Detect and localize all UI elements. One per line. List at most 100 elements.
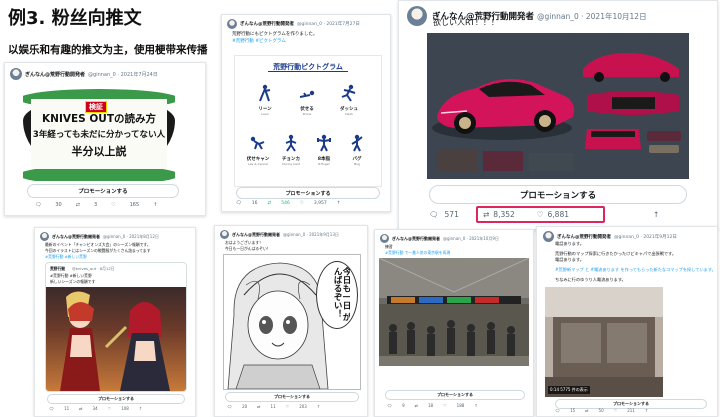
- retweet-icon[interactable]: ⇄: [79, 406, 82, 411]
- reply-count: 16: [251, 201, 258, 206]
- tweet-card-tokyo-station[interactable]: ぎんなん@荒野行動開発者 @ginnan_0 · 2021年10月9日 練習 #…: [374, 229, 534, 417]
- reply-icon[interactable]: 🗨: [429, 210, 439, 219]
- tweet-card-pictogram[interactable]: ぎんなん@荒野行動開発者 @ginnan_0 · 2021年7月27日 荒野行動…: [221, 14, 391, 212]
- like-icon[interactable]: ♡: [614, 408, 618, 413]
- avatar[interactable]: [220, 230, 229, 239]
- retweet-icon[interactable]: ⇄: [267, 201, 271, 206]
- reply-icon[interactable]: 🗨: [555, 408, 560, 413]
- like-icon[interactable]: ♡: [111, 202, 115, 208]
- tweet-meta: @ginnan_0 · 2021年9月12日: [614, 234, 677, 240]
- share-icon[interactable]: ↑: [337, 201, 341, 206]
- tweet-text-line-1: 電話あります。: [555, 241, 584, 246]
- like-icon[interactable]: ♡: [300, 201, 304, 206]
- pictogram-sublabel: Choice Card: [281, 162, 301, 166]
- share-icon[interactable]: ↑: [317, 404, 320, 409]
- tweet-card-illustration[interactable]: ぎんなん@荒野行動開発者 @ginnan_0 · 2021年8月12日 最新のイ…: [34, 227, 196, 417]
- reply-icon[interactable]: 🗨: [227, 404, 232, 409]
- share-icon[interactable]: ↑: [645, 408, 648, 413]
- retweet-icon[interactable]: ⇄: [483, 210, 489, 219]
- reply-count: 9: [402, 403, 405, 408]
- reply-count: 11: [64, 406, 70, 411]
- reply-count: 15: [570, 408, 576, 413]
- promote-button[interactable]: プロモーションする: [429, 185, 687, 204]
- user-name[interactable]: ぎんなん@荒野行動開発者: [52, 234, 100, 240]
- pictogram-title-underline: [268, 71, 348, 72]
- tweet-image-car[interactable]: [427, 33, 689, 179]
- like-count: 6,881: [547, 210, 569, 219]
- tweet-meta: @ginnan_0 · 2021年8月12日: [103, 233, 159, 239]
- like-icon[interactable]: ♡: [443, 403, 447, 408]
- tweet-meta: @ginnan_0 · 2021年10月9日: [443, 235, 499, 241]
- tweet-card-video[interactable]: ぎんなん@荒野行動開発者 @ginnan_0 · 2021年9月12日 電話あり…: [536, 226, 718, 417]
- anime-illustration-image[interactable]: [46, 287, 186, 391]
- reply-icon[interactable]: 🗨: [49, 406, 54, 411]
- image-headline-3: 半分以上説: [71, 145, 127, 158]
- reply-icon[interactable]: 🗨: [236, 201, 242, 206]
- tweet-image-knives-out[interactable]: 検証 KNIVES OUTの読み方 3年経っても未だに分かってない人 半分以上説: [23, 85, 175, 181]
- pictogram-sublabel: 8-finger: [318, 162, 330, 166]
- retweet-icon[interactable]: ⇄: [415, 403, 418, 408]
- promote-button[interactable]: プロモーションする: [236, 187, 380, 199]
- avatar[interactable]: [227, 19, 237, 29]
- pictogram-bug: バグ Bug: [342, 134, 372, 166]
- tweet-text-line-3[interactable]: #荒野行動 #新しい荒野: [45, 254, 87, 260]
- like-count: 203: [299, 404, 307, 409]
- tweet-card-knives-out[interactable]: ぎんなん@荒野行動開発者 @ginnan_0 · 2021年7月24日 検証 K…: [4, 62, 206, 216]
- tweet-card-pink-car[interactable]: ぎんなん@荒野行動開発者 @ginnan_0 · 2021年10月12日 欲しい…: [398, 0, 718, 230]
- pictogram-sublabel: Lean: [261, 112, 269, 116]
- share-icon[interactable]: ↑: [139, 406, 142, 411]
- avatar[interactable]: [543, 231, 554, 242]
- like-count: 211: [627, 408, 635, 413]
- tweet-hashtags[interactable]: #荒野行動 #ピクトグラム: [232, 38, 286, 44]
- speech-bubble-text: 今日も一日 がんばるぞい！: [332, 267, 350, 321]
- quoted-tweet[interactable]: 荒野行動 @knives_out · 8月12日 #荒野行動 #新しい荒野 新し…: [45, 262, 187, 392]
- retweet-icon[interactable]: ⇄: [257, 404, 260, 409]
- tweet-image-pictogram[interactable]: 荒野行動ピクトグラム リーン Lean 伏せる Prone ダッシュ Dash: [234, 55, 382, 187]
- reply-icon[interactable]: 🗨: [387, 403, 392, 408]
- prone-pictogram-icon: [299, 90, 315, 98]
- tweet-text-line-2[interactable]: #荒野行動 で一番人気の東京駅を再現: [385, 250, 450, 256]
- user-name[interactable]: ぎんなん@荒野行動開発者: [392, 236, 440, 242]
- like-icon[interactable]: ♡: [286, 404, 290, 409]
- retweet-count: 18: [427, 403, 434, 408]
- reply-icon[interactable]: 🗨: [35, 202, 41, 208]
- tweet-text: 欲しい人RT！！！: [433, 18, 499, 27]
- tweet-actions: 🗨 15 ⇄ 50 ♡ 211 ↑: [555, 408, 648, 413]
- avatar[interactable]: [40, 232, 49, 241]
- tweet-text-line-2: 今日も一日がんばるぞい！: [225, 246, 271, 251]
- tweet-card-manga[interactable]: ぎんなん@荒野行動開発者 @ginnan_0 · 2021年9月13日 おはよう…: [214, 225, 368, 417]
- share-icon[interactable]: ↑: [653, 210, 659, 219]
- video-player[interactable]: 0:14 5775 件の表示: [545, 287, 663, 397]
- station-photo[interactable]: [379, 258, 529, 366]
- promote-button[interactable]: プロモーションする: [27, 184, 179, 198]
- retweet-icon[interactable]: ⇄: [585, 408, 588, 413]
- tweet-actions: 🗨 20 ⇄ 11 ♡ 203 ↑: [227, 404, 320, 409]
- like-count: 3,957: [313, 201, 327, 206]
- quoted-user[interactable]: 荒野行動: [50, 266, 65, 272]
- avatar[interactable]: [10, 68, 22, 80]
- like-icon[interactable]: ♡: [537, 210, 544, 219]
- avatar[interactable]: [407, 6, 427, 26]
- promote-button[interactable]: プロモーションする: [385, 390, 525, 400]
- avatar[interactable]: [380, 234, 389, 243]
- manga-image[interactable]: 今日も一日 がんばるぞい！: [223, 254, 361, 390]
- pictogram-choice-card: チョンカ Choice Card: [276, 134, 306, 166]
- tweet-meta: @ginnan_0 · 2021年7月27日: [297, 22, 360, 27]
- user-name[interactable]: ぎんなん@荒野行動開発者: [232, 232, 280, 238]
- user-name[interactable]: ぎんなん@荒野行動開発者: [557, 234, 611, 240]
- pictogram-sublabel: Bug: [354, 162, 360, 166]
- video-duration: 0:14 5775 件の表示: [548, 386, 590, 394]
- bug-pictogram-icon: [351, 134, 363, 152]
- promote-button[interactable]: プロモーションする: [47, 394, 185, 404]
- tweet-text-line-4[interactable]: #荒野新マップ と #電流あります を作ってもらった新たなコマップを探しています…: [555, 267, 716, 273]
- like-icon[interactable]: ♡: [108, 406, 112, 411]
- share-icon[interactable]: ↑: [474, 403, 477, 408]
- retweet-icon[interactable]: ⇄: [76, 202, 80, 208]
- share-icon[interactable]: ↑: [153, 202, 157, 208]
- user-name[interactable]: ぎんなん@荒野行動開発者: [240, 21, 294, 27]
- image-headline-1: KNIVES OUTの読み方: [42, 113, 156, 125]
- like-count: 165: [129, 202, 140, 208]
- pictogram-8-finger: 8本指 8-finger: [309, 134, 339, 166]
- promote-button[interactable]: プロモーションする: [225, 392, 359, 402]
- user-name[interactable]: ぎんなん@荒野行動開発者: [25, 71, 85, 78]
